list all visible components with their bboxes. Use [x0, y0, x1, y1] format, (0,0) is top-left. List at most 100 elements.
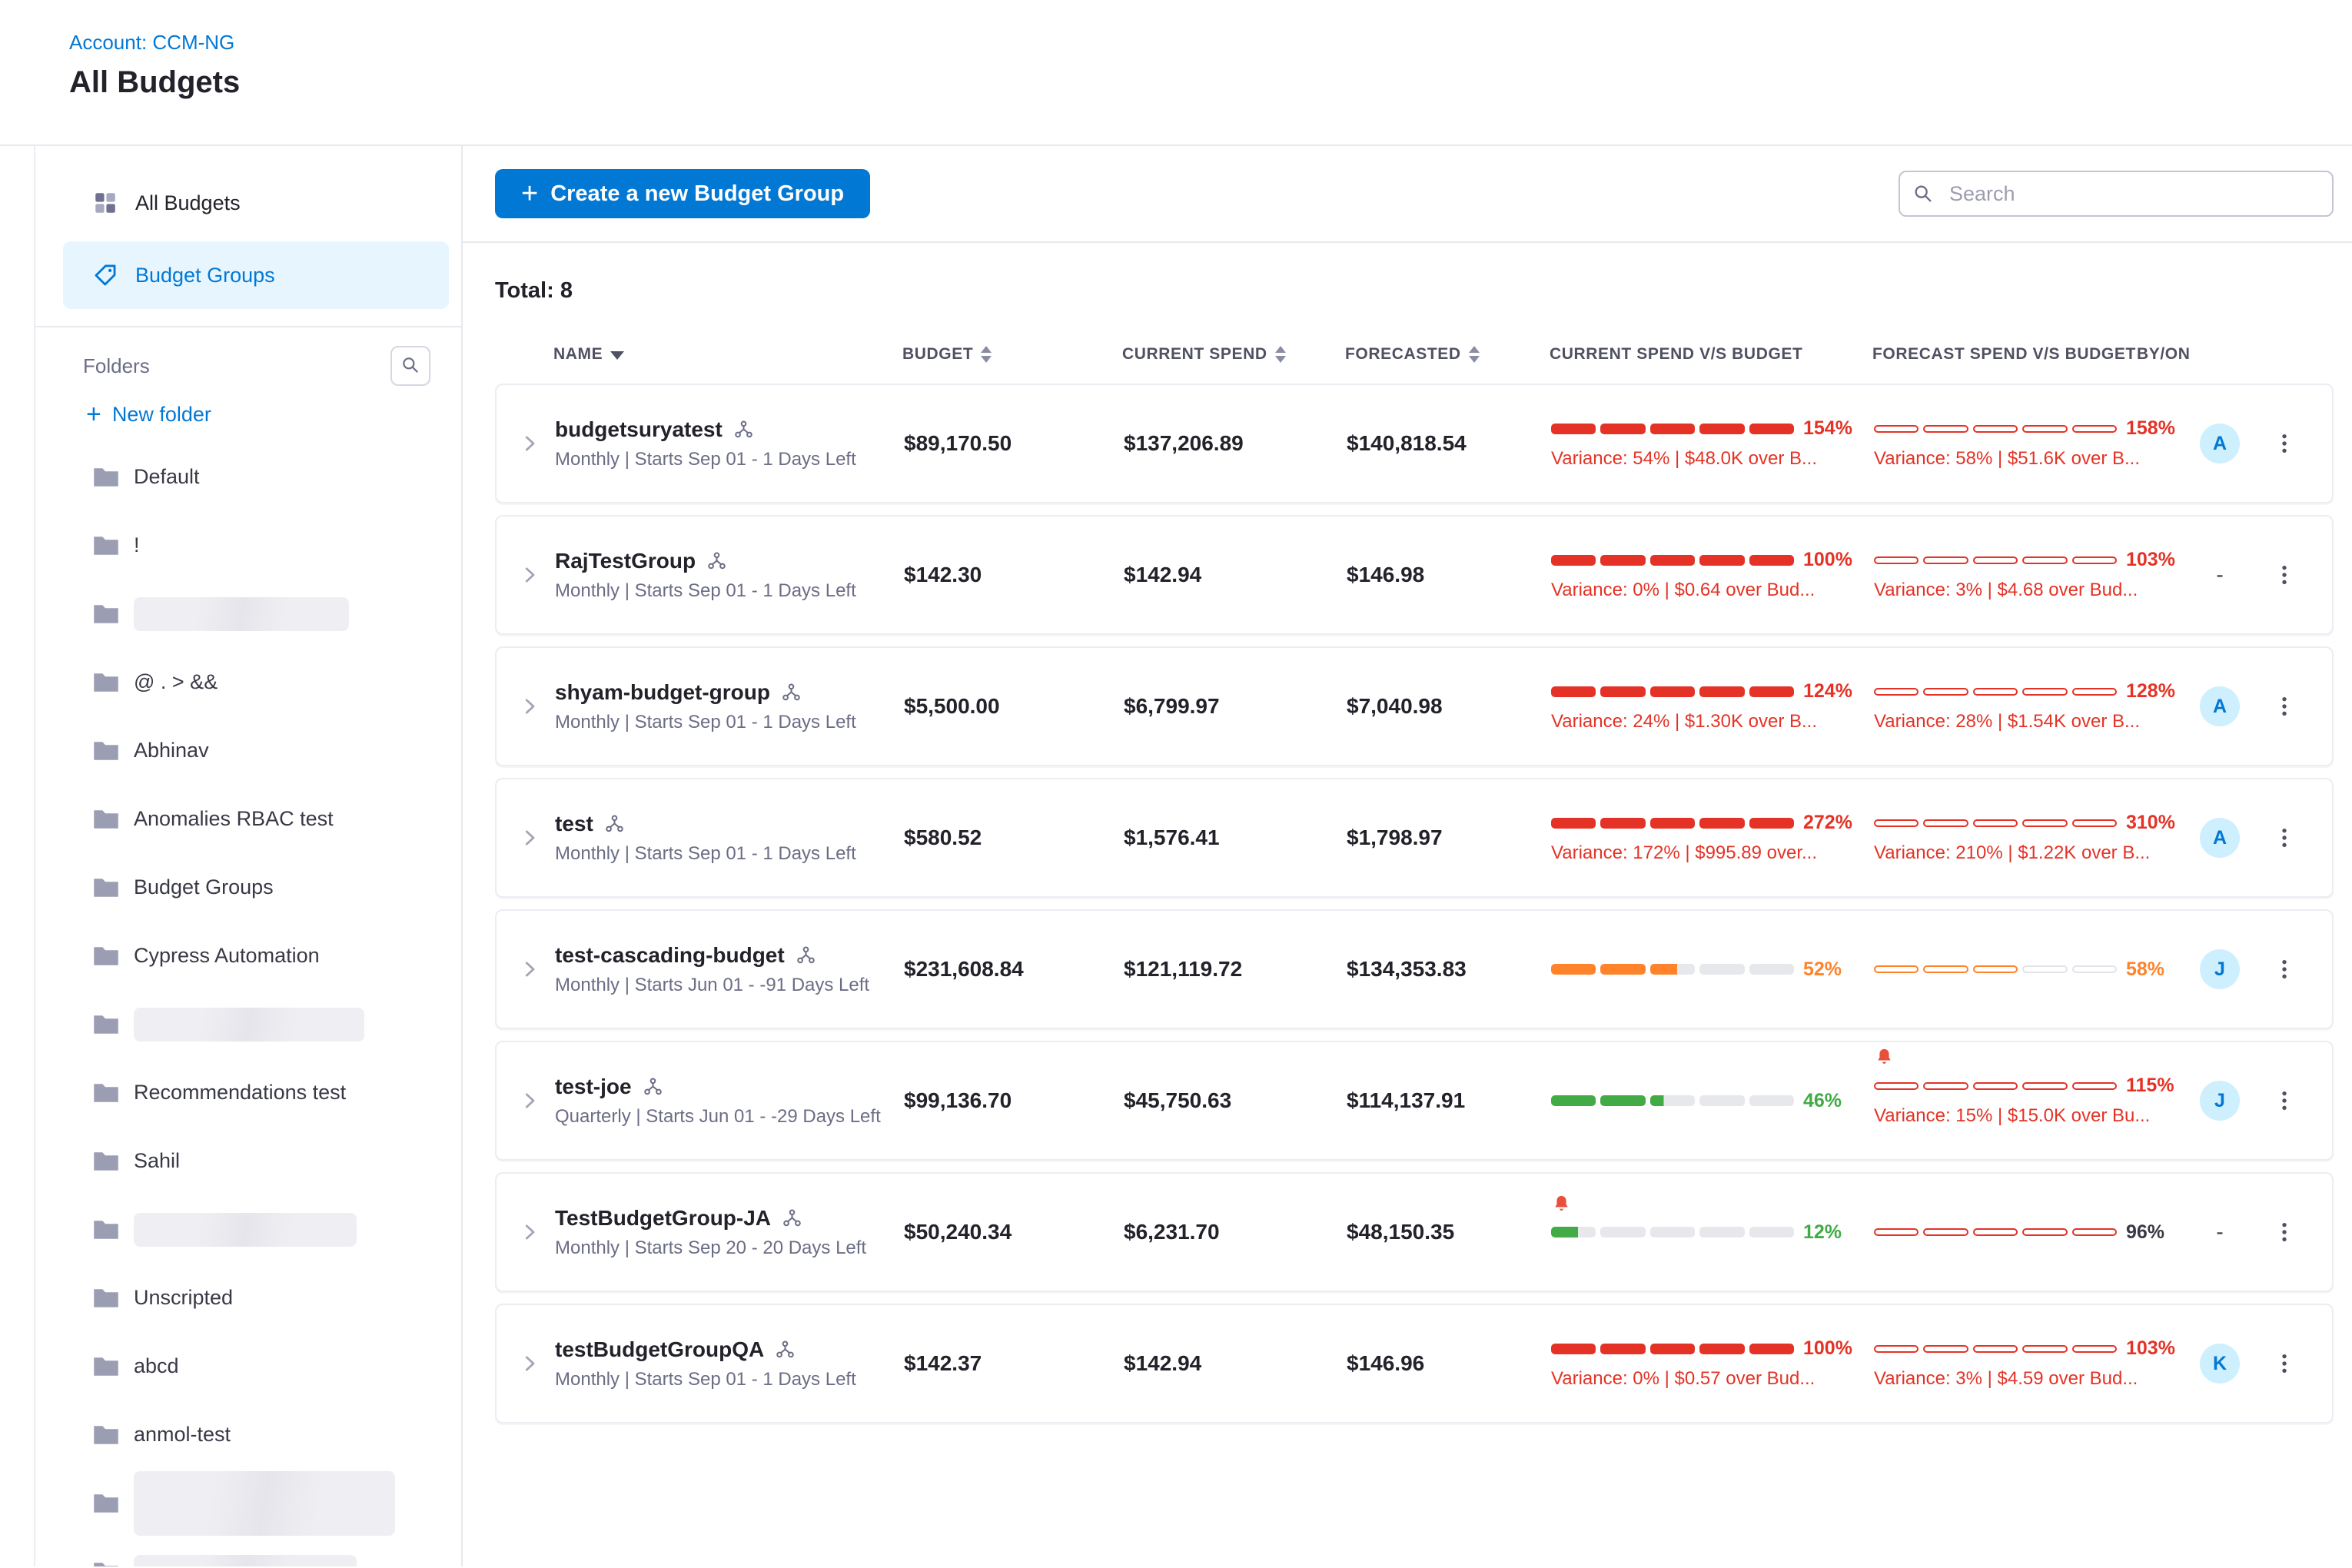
table-row[interactable]: RajTestGroupMonthly | Starts Sep 01 - 1 … — [495, 515, 2334, 635]
row-menu-button[interactable] — [2258, 1350, 2310, 1377]
expand-chevron-icon[interactable] — [518, 1221, 555, 1244]
folder-item[interactable]: Abhinav — [35, 716, 461, 785]
budget-value: $142.37 — [904, 1351, 1124, 1376]
current-vs-budget-percent: 124% — [1803, 680, 1852, 703]
table-row[interactable]: shyam-budget-groupMonthly | Starts Sep 0… — [495, 646, 2334, 766]
sidebar-item-budget-groups[interactable]: Budget Groups — [63, 241, 449, 309]
owner-avatar[interactable]: A — [2200, 424, 2240, 463]
folder-item[interactable]: Default — [35, 443, 461, 511]
bar-segment — [1600, 1227, 1645, 1237]
bar-segment — [2022, 1345, 2067, 1353]
bar-segment — [1699, 1227, 1744, 1237]
folder-name: abcd — [134, 1354, 179, 1378]
folder-item-loading — [35, 580, 461, 648]
table-row[interactable]: testBudgetGroupQAMonthly | Starts Sep 01… — [495, 1304, 2334, 1423]
folder-name: Unscripted — [134, 1286, 233, 1310]
folder-item[interactable]: Anomalies RBAC test — [35, 785, 461, 853]
account-breadcrumb[interactable]: Account: CCM-NG — [69, 31, 234, 55]
bar-segment — [1874, 819, 1918, 827]
bar-segment — [1551, 1095, 1596, 1106]
bar-segment — [1923, 1082, 1968, 1090]
name-cell: shyam-budget-groupMonthly | Starts Sep 0… — [555, 680, 904, 733]
bar-segment — [2022, 1082, 2067, 1090]
expand-chevron-icon[interactable] — [518, 1089, 555, 1112]
row-menu-button[interactable] — [2258, 430, 2310, 457]
budget-group-name[interactable]: TestBudgetGroup-JA — [555, 1206, 771, 1231]
expand-chevron-icon[interactable] — [518, 563, 555, 586]
forecast-vs-budget-bar — [1874, 965, 2117, 973]
bar-segment — [2072, 1228, 2117, 1236]
budget-group-name[interactable]: test-joe — [555, 1075, 632, 1099]
budget-group-name[interactable]: budgetsuryatest — [555, 417, 723, 442]
column-header-name[interactable]: NAME — [553, 345, 902, 364]
budget-value: $99,136.70 — [904, 1088, 1124, 1113]
bar-segment — [1749, 686, 1794, 697]
folder-item[interactable]: @ . > && — [35, 648, 461, 716]
row-menu-button[interactable] — [2258, 1088, 2310, 1114]
table-row[interactable]: test-joeQuarterly | Starts Jun 01 - -29 … — [495, 1041, 2334, 1161]
table-row[interactable]: TestBudgetGroup-JAMonthly | Starts Sep 2… — [495, 1172, 2334, 1292]
sidebar-item-all-budgets[interactable]: All Budgets — [63, 169, 449, 237]
bar-segment — [1923, 1345, 1968, 1353]
column-header-by-on: BY/ON — [2137, 345, 2214, 364]
owner-avatar[interactable]: A — [2200, 686, 2240, 726]
bar-segment — [1600, 424, 1645, 434]
column-header-budget[interactable]: BUDGET — [902, 345, 1122, 364]
current-vs-budget-bar — [1551, 686, 1794, 697]
owner-avatar[interactable]: J — [2200, 1081, 2240, 1121]
new-folder-button[interactable]: + New folder — [35, 392, 461, 443]
expand-chevron-icon[interactable] — [518, 826, 555, 849]
row-menu-button[interactable] — [2258, 1219, 2310, 1245]
variance-text: Variance: 58% | $51.6K over B... — [1874, 448, 2180, 470]
folder-item[interactable]: abcd — [35, 1332, 461, 1400]
table-row[interactable]: testMonthly | Starts Sep 01 - 1 Days Lef… — [495, 778, 2334, 898]
budget-group-name[interactable]: test — [555, 812, 593, 836]
forecast-vs-budget-bar — [1874, 1228, 2117, 1236]
folder-item[interactable]: ! — [35, 511, 461, 580]
row-menu-button[interactable] — [2258, 693, 2310, 719]
bar-segment — [1973, 1082, 2018, 1090]
owner-avatar[interactable]: K — [2200, 1344, 2240, 1384]
bar-segment — [1551, 686, 1596, 697]
bar-segment — [1699, 686, 1744, 697]
expand-chevron-icon[interactable] — [518, 695, 555, 718]
page-title: All Budgets — [69, 65, 2352, 100]
budget-group-name[interactable]: testBudgetGroupQA — [555, 1337, 764, 1362]
table-row[interactable]: test-cascading-budgetMonthly | Starts Ju… — [495, 909, 2334, 1029]
row-menu-button[interactable] — [2258, 956, 2310, 982]
expand-chevron-icon[interactable] — [518, 958, 555, 981]
table-header: NAME BUDGET CURRENT SPEND FORECASTED — [495, 345, 2334, 364]
bar-segment — [2022, 425, 2067, 433]
folder-item[interactable]: Cypress Automation — [35, 922, 461, 990]
folder-item[interactable]: Unscripted — [35, 1264, 461, 1332]
by-on-cell: J — [2181, 1081, 2258, 1121]
owner-avatar[interactable]: A — [2200, 818, 2240, 858]
budget-group-name[interactable]: shyam-budget-group — [555, 680, 770, 705]
column-header-current-spend[interactable]: CURRENT SPEND — [1122, 345, 1345, 364]
table-row[interactable]: budgetsuryatestMonthly | Starts Sep 01 -… — [495, 384, 2334, 503]
folder-name: Abhinav — [134, 739, 209, 762]
folder-item[interactable]: Recommendations test — [35, 1058, 461, 1127]
budget-group-name[interactable]: RajTestGroup — [555, 549, 696, 573]
create-budget-group-button[interactable]: + Create a new Budget Group — [495, 169, 870, 218]
bar-segment — [1551, 424, 1596, 434]
expand-chevron-icon[interactable] — [518, 1352, 555, 1375]
folder-search-button[interactable] — [390, 346, 430, 386]
caret-down-icon — [610, 351, 624, 360]
bar-segment — [1600, 1095, 1645, 1106]
row-menu-button[interactable] — [2258, 562, 2310, 588]
folder-item[interactable]: anmol-test — [35, 1400, 461, 1469]
sidebar-item-label: Budget Groups — [135, 264, 275, 287]
row-menu-button[interactable] — [2258, 825, 2310, 851]
folder-item[interactable]: Budget Groups — [35, 853, 461, 922]
search-input[interactable] — [1899, 171, 2334, 217]
by-on-cell: A — [2181, 686, 2258, 726]
owner-avatar[interactable]: J — [2200, 949, 2240, 989]
tag-icon — [92, 262, 118, 288]
expand-chevron-icon[interactable] — [518, 432, 555, 455]
column-header-forecasted[interactable]: FORECASTED — [1345, 345, 1550, 364]
budget-group-name[interactable]: test-cascading-budget — [555, 943, 785, 968]
folder-item[interactable]: Sahil — [35, 1127, 461, 1195]
current-spend-value: $45,750.63 — [1124, 1088, 1347, 1113]
sort-icon — [1275, 346, 1286, 363]
